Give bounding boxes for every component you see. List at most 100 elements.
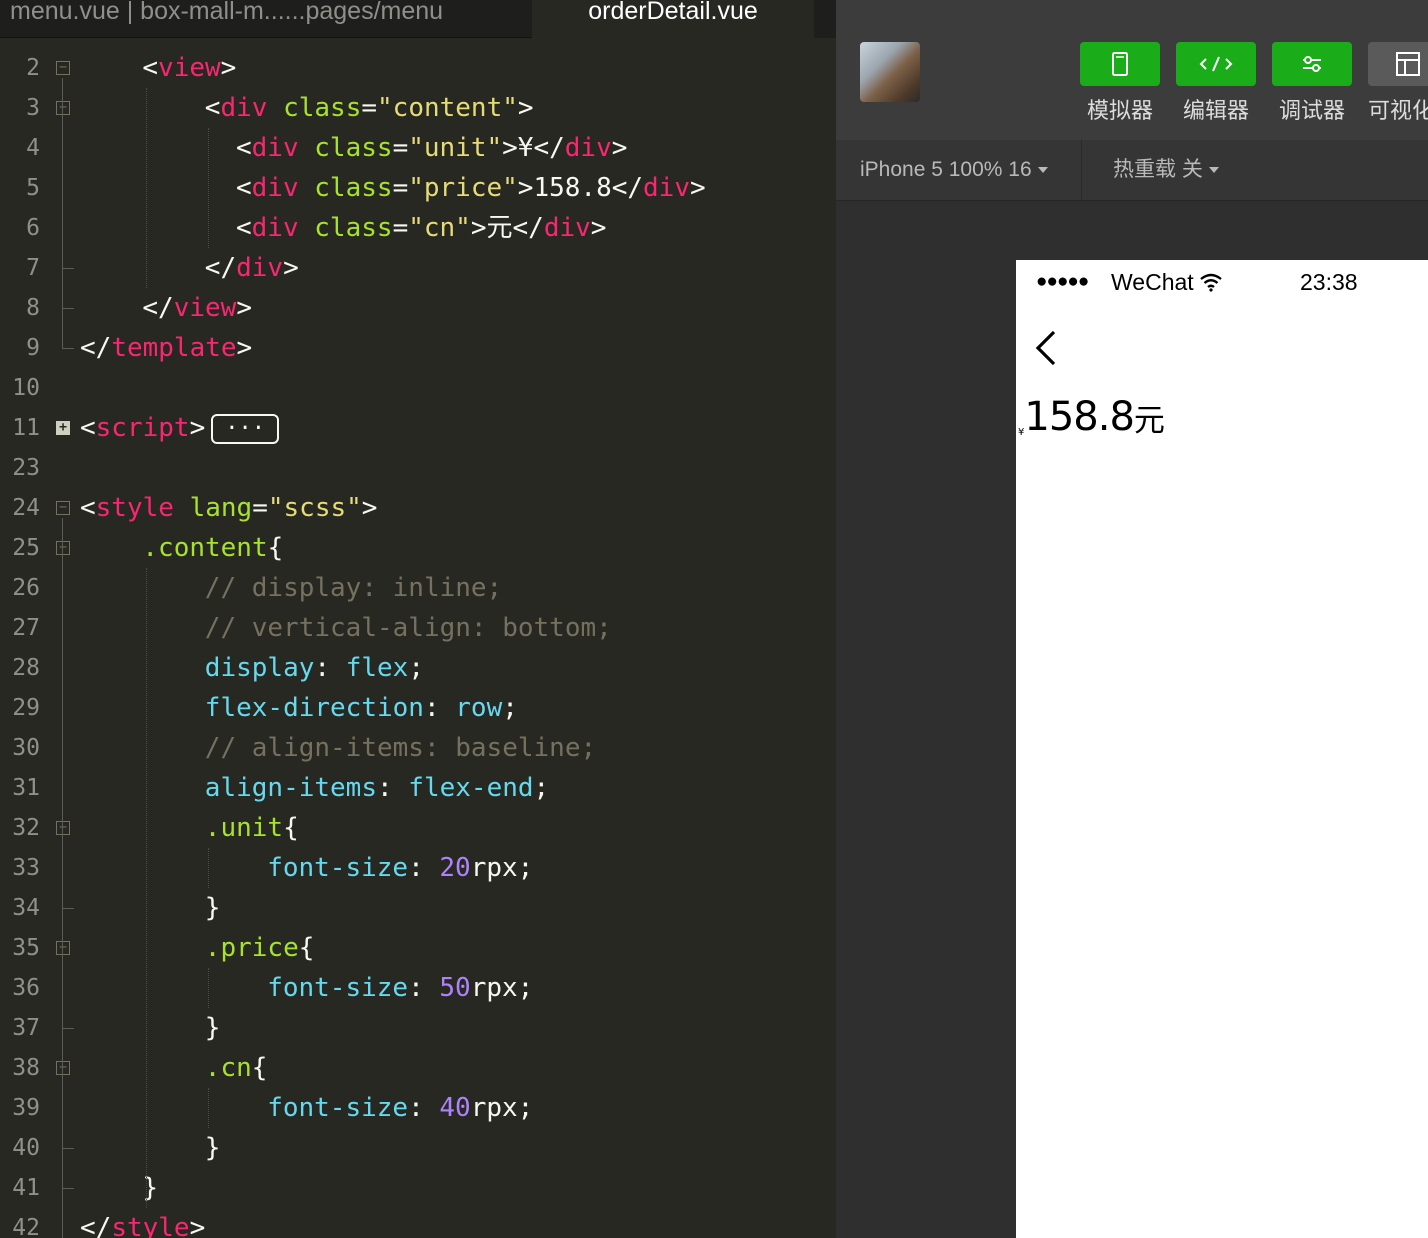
hot-reload-select[interactable]: 热重载 关: [1113, 140, 1219, 200]
code-line[interactable]: 7 </div>: [0, 248, 836, 288]
line-number: 42: [12, 1215, 40, 1238]
code-text: </template>: [80, 333, 253, 363]
back-arrow-icon[interactable]: [1034, 328, 1060, 368]
debugger-label: 调试器: [1278, 98, 1345, 123]
visualize-button[interactable]: [1368, 42, 1428, 86]
code-line[interactable]: 25 − .content{: [0, 528, 836, 568]
simulator-label: 模拟器: [1086, 98, 1153, 123]
line-number: 4: [26, 135, 40, 161]
line-number: 34: [12, 895, 40, 921]
visualize-label: 可视化: [1368, 98, 1428, 123]
code-line[interactable]: 26 // display: inline;: [0, 568, 836, 608]
carrier-label: WeChat: [1111, 269, 1194, 295]
line-number: 30: [12, 735, 40, 761]
code-text: display: flex;: [204, 653, 424, 683]
code-text: <style lang="scss">: [80, 493, 378, 523]
layout-icon: [1396, 52, 1420, 76]
editor-button[interactable]: [1176, 42, 1256, 86]
simulator-button[interactable]: [1080, 42, 1160, 86]
line-number: 38: [12, 1055, 40, 1081]
code-line[interactable]: 41}: [0, 1168, 836, 1208]
code-line[interactable]: 33 font-size: 20rpx;: [0, 848, 836, 888]
fold-collapse-icon[interactable]: −: [56, 101, 70, 115]
code-text: font-size: 20rpx;: [267, 853, 534, 883]
code-line[interactable]: 10: [0, 368, 836, 408]
line-number: 32: [12, 815, 40, 841]
fold-expand-icon[interactable]: +: [56, 421, 70, 435]
code-line[interactable]: 11 + <script> ···: [0, 408, 836, 448]
device-select-value: iPhone 5 100% 16: [860, 158, 1032, 181]
line-number: 39: [12, 1095, 40, 1121]
code-line[interactable]: 24 − <style lang="scss">: [0, 488, 836, 528]
code-line[interactable]: 30 // align-items: baseline;: [0, 728, 836, 768]
device-bar: iPhone 5 100% 16 热重载 关: [836, 140, 1428, 201]
code-line[interactable]: 28 display: flex;: [0, 648, 836, 688]
code-editor[interactable]: menu.vue | box-mall-m......pages/menu or…: [0, 0, 836, 1238]
code-line[interactable]: 39 font-size: 40rpx;: [0, 1088, 836, 1128]
code-line[interactable]: 3 − <div class="content">: [0, 88, 836, 128]
code-line[interactable]: 42 </style>: [0, 1208, 836, 1238]
line-number: 29: [12, 695, 40, 721]
fold-collapse-icon[interactable]: −: [56, 61, 70, 75]
fold-collapse-icon[interactable]: −: [56, 821, 70, 835]
devtool-toolbar: 模拟器 编辑器 调试器 可视化: [836, 0, 1428, 140]
code-text: }: [142, 1173, 159, 1203]
code-line[interactable]: 4 <div class="unit">¥</div>: [0, 128, 836, 168]
tab-menu-vue[interactable]: menu.vue | box-mall-m......pages/menu: [0, 0, 532, 38]
line-number: 11: [12, 415, 40, 441]
code-line[interactable]: 2 − <view>: [0, 48, 836, 88]
code-text: .price{: [204, 933, 315, 963]
code-text: .content{: [142, 533, 284, 563]
code-text: </div>: [204, 253, 299, 283]
line-number: 31: [12, 775, 40, 801]
line-number: 8: [26, 295, 40, 321]
folded-code-placeholder[interactable]: ···: [211, 413, 279, 444]
code-icon: [1199, 56, 1233, 72]
debugger-button[interactable]: [1272, 42, 1352, 86]
code-line[interactable]: 31 align-items: flex-end;: [0, 768, 836, 808]
line-number: 36: [12, 975, 40, 1001]
code-line[interactable]: 32 − .unit{: [0, 808, 836, 848]
code-line[interactable]: 36 font-size: 50rpx;: [0, 968, 836, 1008]
code-line[interactable]: 34}: [0, 888, 836, 928]
avatar[interactable]: [860, 42, 920, 102]
code-text: <script> ···: [80, 408, 279, 448]
line-number: 5: [26, 175, 40, 201]
code-text: font-size: 50rpx;: [267, 973, 534, 1003]
fold-collapse-icon[interactable]: −: [56, 1061, 70, 1075]
tab-order-detail-vue[interactable]: orderDetail.vue: [532, 0, 814, 38]
line-number: 37: [12, 1015, 40, 1041]
code-line[interactable]: 37}: [0, 1008, 836, 1048]
code-text: <div class="content">: [204, 93, 534, 123]
signal-strength-icon: ●●●●●: [1036, 271, 1089, 292]
line-number: 23: [12, 455, 40, 481]
code-text: <div class="cn">元</div>: [236, 213, 607, 243]
code-text: </view>: [142, 293, 252, 323]
line-number: 2: [26, 55, 40, 81]
line-number: 25: [12, 535, 40, 561]
fold-collapse-icon[interactable]: −: [56, 541, 70, 555]
fold-collapse-icon[interactable]: −: [56, 941, 70, 955]
fold-collapse-icon[interactable]: −: [56, 501, 70, 515]
code-line[interactable]: 23: [0, 448, 836, 488]
code-line[interactable]: 6 <div class="cn">元</div>: [0, 208, 836, 248]
phone-simulator-screen[interactable]: ●●●●● WeChat 23:38 ¥ 158.8 元: [1016, 260, 1428, 1238]
line-number: 9: [26, 335, 40, 361]
code-line[interactable]: 27 // vertical-align: bottom;: [0, 608, 836, 648]
line-number: 28: [12, 655, 40, 681]
code-line[interactable]: 40}: [0, 1128, 836, 1168]
code-line[interactable]: 35 − .price{: [0, 928, 836, 968]
line-number: 7: [26, 255, 40, 281]
code-line[interactable]: 5 <div class="price">158.8</div>: [0, 168, 836, 208]
code-line[interactable]: 8 </view>: [0, 288, 836, 328]
device-select[interactable]: iPhone 5 100% 16: [860, 140, 1048, 200]
code-text: // vertical-align: bottom;: [204, 613, 612, 643]
line-number: 26: [12, 575, 40, 601]
line-number: 40: [12, 1135, 40, 1161]
code-line[interactable]: 9 </template>: [0, 328, 836, 368]
price-row: ¥ 158.8 元: [1018, 394, 1165, 440]
wifi-icon: [1200, 273, 1222, 292]
line-number: 10: [12, 375, 40, 401]
code-line[interactable]: 29 flex-direction: row;: [0, 688, 836, 728]
code-line[interactable]: 38 − .cn{: [0, 1048, 836, 1088]
